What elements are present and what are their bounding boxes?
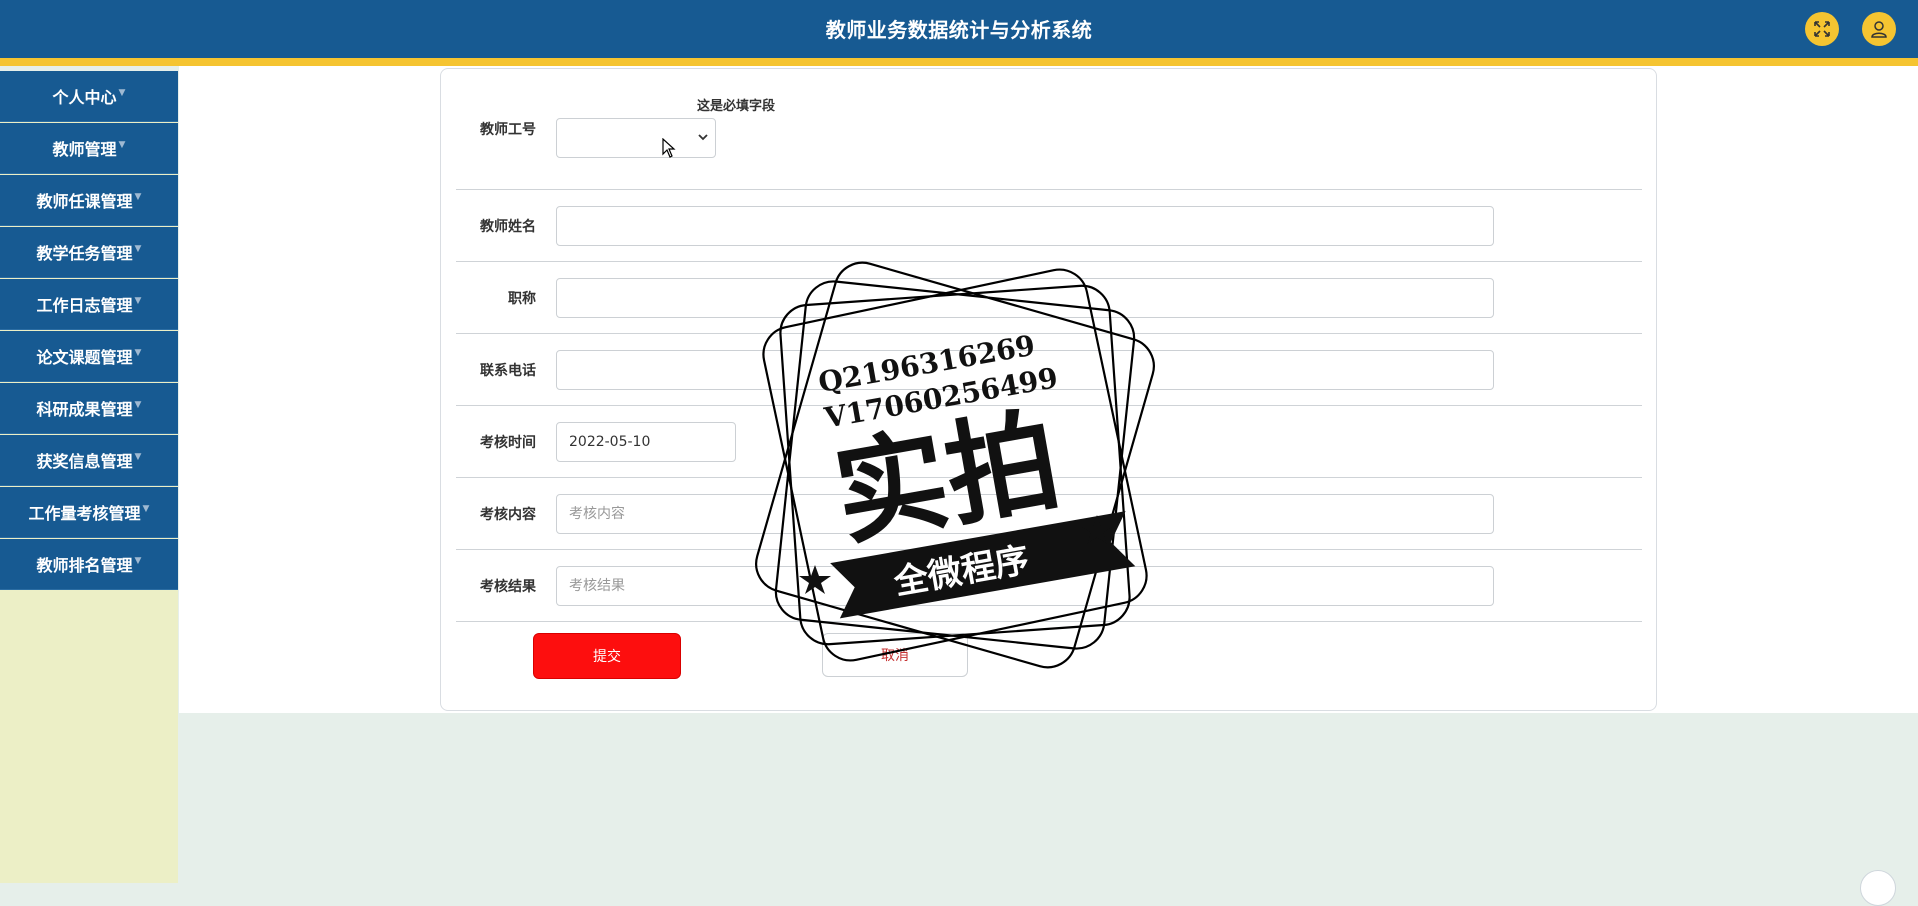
- assess-content-input[interactable]: 考核内容: [556, 494, 1494, 534]
- sidebar-item-label: 教师管理: [52, 140, 117, 159]
- form-row-teacher-id: 教师工号 这是必填字段: [456, 69, 1642, 190]
- assess-time-input[interactable]: 2022-05-10: [556, 422, 736, 462]
- sidebar-item-work-log[interactable]: 工作日志管理 ▼: [0, 279, 178, 330]
- form-row-assess-content: 考核内容 考核内容: [456, 478, 1642, 550]
- caret-down-icon: ▼: [134, 348, 142, 358]
- fullscreen-button[interactable]: [1805, 12, 1839, 46]
- field-label: 职称: [508, 291, 536, 307]
- caret-down-icon: ▼: [134, 244, 142, 254]
- required-note: 这是必填字段: [696, 99, 775, 114]
- form-card: 教师工号 这是必填字段 教师姓名 职称 联系电话 考核时间 2022-05-10…: [440, 68, 1657, 711]
- caret-down-icon: ▼: [134, 296, 142, 306]
- sidebar-item-award[interactable]: 获奖信息管理 ▼: [0, 435, 178, 486]
- sidebar-item-workload[interactable]: 工作量考核管理 ▼: [0, 487, 178, 538]
- sidebar-item-label: 教师排名管理: [36, 556, 133, 575]
- cancel-button[interactable]: 取消: [822, 633, 968, 677]
- teacher-id-select[interactable]: [556, 118, 716, 158]
- field-label: 教师工号: [480, 122, 536, 138]
- form-row-assess-result: 考核结果 考核结果: [456, 550, 1642, 622]
- sidebar-item-label: 教学任务管理: [36, 244, 133, 263]
- assess-result-input[interactable]: 考核结果: [556, 566, 1494, 606]
- sidebar-item-personal-center[interactable]: 个人中心 ▼: [0, 71, 178, 122]
- sidebar-item-label: 工作量考核管理: [28, 504, 141, 523]
- scroll-top-button[interactable]: [1860, 870, 1896, 906]
- user-icon: [1871, 21, 1887, 38]
- expand-icon: [1814, 21, 1830, 37]
- title-input[interactable]: [556, 278, 1494, 318]
- sidebar-item-label: 教师任课管理: [36, 192, 133, 211]
- caret-down-icon: ▼: [134, 452, 142, 462]
- top-header: 教师业务数据统计与分析系统: [0, 0, 1918, 66]
- phone-input[interactable]: [556, 350, 1494, 390]
- chevron-down-icon: [698, 134, 708, 141]
- sidebar-item-label: 科研成果管理: [36, 400, 133, 419]
- caret-down-icon: ▼: [118, 140, 126, 150]
- sidebar-item-label: 工作日志管理: [36, 296, 133, 315]
- form-row-title: 职称: [456, 262, 1642, 334]
- sidebar-item-course[interactable]: 教师任课管理 ▼: [0, 175, 178, 226]
- user-button[interactable]: [1862, 12, 1896, 46]
- caret-down-icon: ▼: [134, 556, 142, 566]
- sidebar-item-label: 个人中心: [52, 88, 117, 107]
- sidebar-item-label: 论文课题管理: [36, 348, 133, 367]
- form-row-teacher-name: 教师姓名: [456, 190, 1642, 262]
- caret-down-icon: ▼: [142, 504, 150, 514]
- sidebar-item-teaching-task[interactable]: 教学任务管理 ▼: [0, 227, 178, 278]
- sidebar-item-paper[interactable]: 论文课题管理 ▼: [0, 331, 178, 382]
- field-label: 考核内容: [480, 507, 536, 523]
- caret-down-icon: ▼: [118, 88, 126, 98]
- mouse-cursor-icon: [662, 138, 676, 158]
- sidebar-item-research[interactable]: 科研成果管理 ▼: [0, 383, 178, 434]
- field-label: 考核结果: [480, 579, 536, 595]
- sidebar: 个人中心 ▼ 教师管理 ▼ 教师任课管理 ▼ 教学任务管理 ▼ 工作日志管理 ▼ 论文课题…: [0, 71, 178, 883]
- submit-button[interactable]: 提交: [533, 633, 681, 679]
- sidebar-item-teacher[interactable]: 教师管理 ▼: [0, 123, 178, 174]
- form-row-phone: 联系电话: [456, 334, 1642, 406]
- form-row-assess-time: 考核时间 2022-05-10: [456, 406, 1642, 478]
- field-label: 教师姓名: [480, 219, 536, 235]
- sidebar-item-label: 获奖信息管理: [36, 452, 133, 471]
- sidebar-item-ranking[interactable]: 教师排名管理 ▼: [0, 539, 178, 590]
- caret-down-icon: ▼: [134, 192, 142, 202]
- field-label: 考核时间: [480, 435, 536, 451]
- teacher-name-input[interactable]: [556, 206, 1494, 246]
- app-title: 教师业务数据统计与分析系统: [825, 18, 1093, 42]
- field-label: 联系电话: [480, 363, 536, 379]
- caret-down-icon: ▼: [134, 400, 142, 410]
